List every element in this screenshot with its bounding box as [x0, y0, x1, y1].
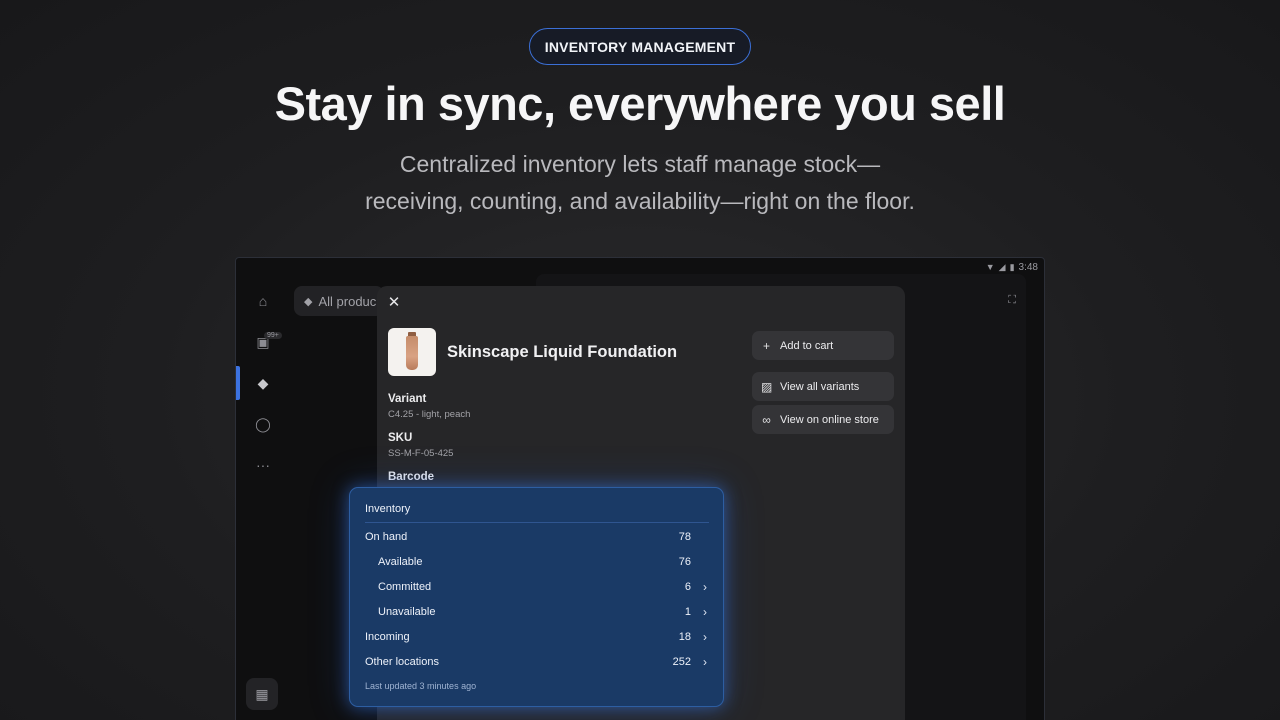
row-label: Unavailable [378, 606, 436, 618]
row-value: 78 [678, 531, 691, 543]
inventory-row-available: Available 76 [365, 556, 709, 574]
sku-value: SS-M-F-05-425 [388, 448, 454, 459]
row-value: 76 [678, 556, 691, 568]
row-label: Incoming [365, 631, 410, 643]
view-online-store-button[interactable]: ∞ View on online store [752, 405, 894, 434]
barcode-label: Barcode [388, 471, 435, 483]
scan-icon[interactable]: ⛶ [1008, 294, 1016, 307]
chevron-right-icon: › [703, 605, 707, 619]
close-icon[interactable]: ✕ [387, 293, 401, 311]
row-label: Committed [378, 581, 432, 593]
row-value: 252 [672, 656, 691, 668]
customer-icon[interactable]: ◯ [254, 415, 272, 433]
row-value: 18 [678, 631, 691, 643]
products-search-label: All produc [318, 293, 377, 309]
inventory-row-committed[interactable]: Committed 6 › [365, 580, 709, 599]
more-icon[interactable]: ··· [254, 456, 272, 474]
products-search[interactable]: ◆ All produc [294, 286, 384, 316]
status-bar: ▼ ◢ ▮ 3:48 [986, 260, 1038, 274]
section-pill: INVENTORY MANAGEMENT [529, 28, 751, 65]
variant-label: Variant [388, 393, 427, 405]
hero-title: Stay in sync, everywhere you sell [274, 77, 1006, 130]
store-icon: ▦ [255, 685, 269, 702]
store-button[interactable]: ▦ [246, 678, 278, 710]
status-time: 3:48 [1018, 261, 1038, 273]
product-title: Skinscape Liquid Foundation [447, 343, 678, 361]
hero-subtitle-line-1: Centralized inventory lets staff manage … [399, 151, 881, 177]
chevron-right-icon: › [703, 630, 707, 644]
inventory-divider [365, 522, 709, 523]
chevron-right-icon: › [703, 655, 707, 669]
chevron-right-icon: › [703, 580, 707, 594]
inventory-last-updated: Last updated 3 minutes ago [365, 681, 477, 691]
product-tube [406, 336, 418, 370]
inventory-heading: Inventory [365, 503, 411, 515]
inventory-card: Inventory On hand 78 Available 76 Commit… [349, 487, 724, 707]
inventory-row-incoming[interactable]: Incoming 18 › [365, 630, 709, 649]
row-label: Other locations [365, 656, 439, 668]
inventory-row-unavailable[interactable]: Unavailable 1 › [365, 605, 709, 624]
sku-label: SKU [388, 432, 413, 444]
view-all-variants-button[interactable]: ▨ View all variants [752, 372, 894, 401]
view-online-store-label: View on online store [780, 413, 879, 426]
row-label: On hand [365, 531, 408, 543]
row-value: 6 [684, 581, 691, 593]
signal-icon: ◢ [998, 261, 1006, 272]
row-label: Available [378, 556, 423, 568]
plus-icon: + [762, 338, 770, 353]
product-image [388, 328, 436, 376]
battery-icon: ▮ [1009, 261, 1015, 272]
hero-subtitle: Centralized inventory lets staff manage … [0, 146, 1280, 220]
variant-value: C4.25 - light, peach [388, 409, 471, 420]
add-to-cart-button[interactable]: + Add to cart [752, 331, 894, 360]
home-icon[interactable]: ⌂ [254, 292, 272, 310]
hero-subtitle-line-2: receiving, counting, and availability—ri… [365, 188, 915, 214]
inventory-row-other-locations[interactable]: Other locations 252 › [365, 655, 709, 674]
wifi-icon: ▼ [985, 262, 995, 272]
view-all-variants-label: View all variants [780, 380, 860, 393]
inventory-row-on-hand: On hand 78 [365, 531, 709, 549]
add-to-cart-label: Add to cart [780, 339, 834, 352]
tag-icon[interactable]: ◆ [254, 374, 272, 392]
row-value: 1 [684, 606, 691, 618]
orders-badge: 99+ [264, 332, 282, 339]
sidebar-active-indicator [236, 366, 240, 400]
variants-icon: ▨ [761, 379, 773, 394]
link-icon: ∞ [762, 412, 771, 427]
tag-small-icon: ◆ [304, 295, 313, 308]
